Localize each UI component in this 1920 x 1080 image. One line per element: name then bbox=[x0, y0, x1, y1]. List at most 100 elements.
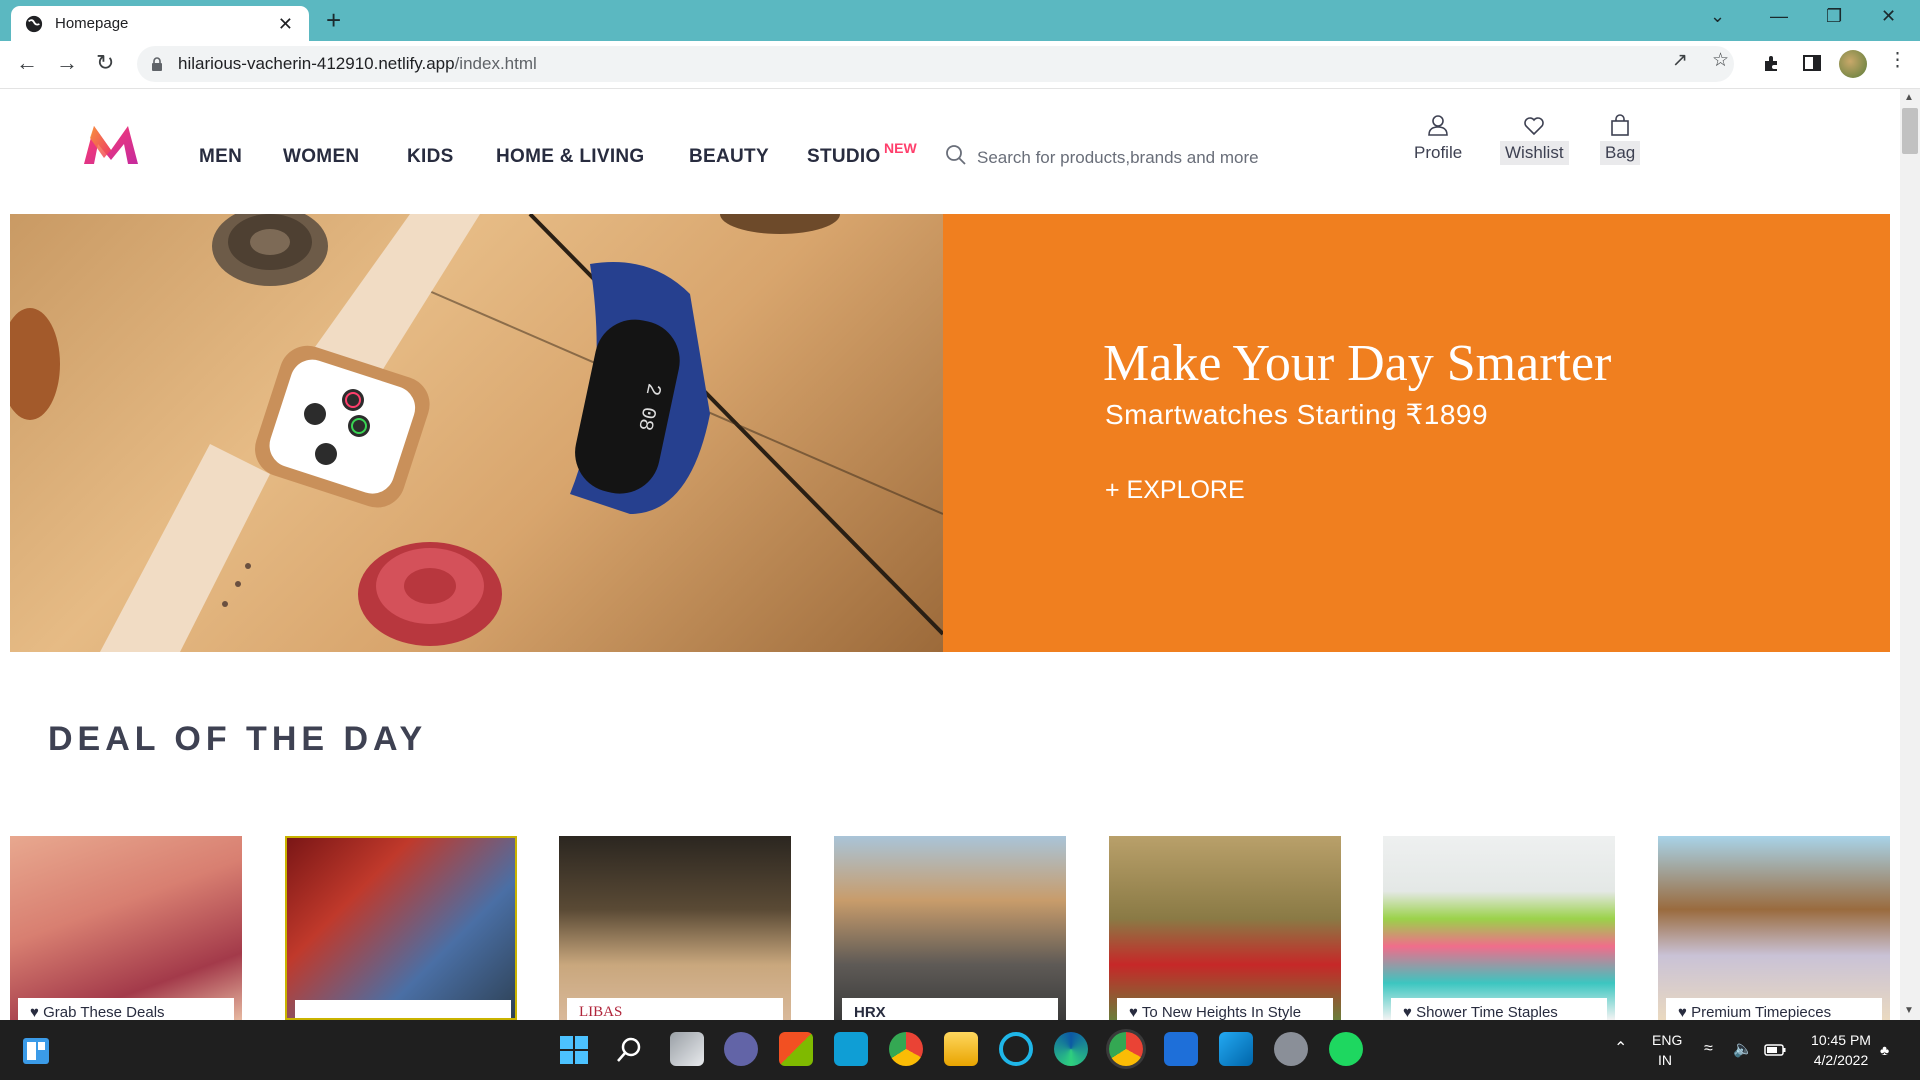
bag-button[interactable]: Bag bbox=[1600, 113, 1641, 165]
tab-search-chevron-icon[interactable]: ⌄ bbox=[1710, 6, 1725, 27]
profile-button[interactable]: Profile bbox=[1409, 113, 1467, 165]
address-url: hilarious-vacherin-412910.netlify.app/in… bbox=[178, 54, 537, 74]
profile-label: Profile bbox=[1414, 143, 1463, 162]
nav-kids[interactable]: KIDS bbox=[407, 146, 454, 168]
tray-chevron-up-icon[interactable]: ⌃ bbox=[1614, 1038, 1627, 1058]
bookmark-star-icon[interactable]: ☆ bbox=[1712, 49, 1729, 72]
deal-card-caption: ♥ Premium Timepieces bbox=[1666, 998, 1882, 1020]
volume-icon[interactable]: 🔈 bbox=[1733, 1039, 1753, 1059]
deal-card[interactable]: ♥ Shower Time Staples bbox=[1383, 836, 1615, 1020]
cortana-icon[interactable] bbox=[999, 1032, 1033, 1066]
deal-card[interactable]: ♥ To New Heights In Style bbox=[1109, 836, 1341, 1020]
vscode-icon[interactable] bbox=[1219, 1032, 1253, 1066]
chrome-menu-icon[interactable]: ⋮ bbox=[1888, 49, 1907, 72]
taskbar-search-icon[interactable] bbox=[614, 1034, 646, 1066]
bag-icon bbox=[1611, 114, 1629, 136]
new-tab-button[interactable]: + bbox=[326, 6, 341, 34]
scroll-up-arrow-icon[interactable]: ▲ bbox=[1904, 92, 1914, 103]
deal-card-caption-text: Premium Timepieces bbox=[1691, 1004, 1832, 1020]
restore-icon[interactable]: ❐ bbox=[1826, 6, 1842, 27]
wishlist-label: Wishlist bbox=[1500, 141, 1569, 165]
settings-gear-icon[interactable] bbox=[1274, 1032, 1308, 1066]
nav-women[interactable]: WOMEN bbox=[283, 146, 359, 168]
battery-icon[interactable] bbox=[1764, 1044, 1786, 1056]
notification-bell-icon[interactable]: ♣ bbox=[1880, 1042, 1889, 1058]
url-host: hilarious-vacherin-412910.netlify.app bbox=[178, 54, 455, 73]
share-icon[interactable]: ↗ bbox=[1672, 49, 1688, 72]
deal-card[interactable]: ♥ Grab These Deals bbox=[10, 836, 242, 1020]
deal-card[interactable]: LIBAS bbox=[559, 836, 791, 1020]
smartwatch-banner-image: 2 08 bbox=[10, 214, 943, 652]
task-view-icon[interactable] bbox=[670, 1032, 704, 1066]
search-input[interactable] bbox=[975, 140, 1399, 176]
wifi-icon[interactable]: ≈ bbox=[1704, 1040, 1713, 1058]
deal-card-caption-text: LIBAS bbox=[579, 1004, 623, 1020]
window-close-icon[interactable]: ✕ bbox=[1881, 6, 1896, 27]
browser-toolbar: ← → ↻ hilarious-vacherin-412910.netlify.… bbox=[0, 41, 1920, 89]
lock-icon bbox=[152, 57, 162, 71]
heart-icon: ♥ bbox=[1403, 1004, 1417, 1020]
deal-card-image bbox=[834, 836, 1066, 1020]
nav-home-living[interactable]: HOME & LIVING bbox=[496, 146, 645, 168]
wishlist-button[interactable]: Wishlist bbox=[1500, 113, 1569, 165]
banner-heading: Make Your Day Smarter bbox=[1103, 335, 1612, 392]
deal-card-image bbox=[1109, 836, 1341, 1020]
bag-label: Bag bbox=[1600, 141, 1641, 165]
profile-avatar[interactable] bbox=[1839, 50, 1867, 78]
side-panel-icon[interactable] bbox=[1802, 53, 1822, 73]
deal-card[interactable]: ♥ Premium Timepieces bbox=[1658, 836, 1890, 1020]
region-indicator[interactable]: IN bbox=[1658, 1052, 1672, 1068]
heart-icon: ♥ bbox=[30, 1004, 44, 1020]
deal-card-caption: ♥ To New Heights In Style bbox=[1117, 998, 1333, 1020]
banner-subheading: Smartwatches Starting ₹1899 bbox=[1105, 399, 1489, 430]
nav-beauty[interactable]: BEAUTY bbox=[689, 146, 769, 168]
language-indicator[interactable]: ENG bbox=[1652, 1032, 1682, 1048]
app-blue-icon[interactable] bbox=[1164, 1032, 1198, 1066]
deal-card-caption-text: Shower Time Staples bbox=[1416, 1004, 1558, 1020]
url-path: /index.html bbox=[454, 54, 537, 73]
smartwatch-illustration: 2 08 bbox=[10, 214, 943, 652]
deal-card-caption: HRX bbox=[842, 998, 1058, 1020]
chrome-active-icon[interactable] bbox=[1109, 1032, 1143, 1066]
teams-chat-icon[interactable] bbox=[724, 1032, 758, 1066]
address-bar[interactable]: hilarious-vacherin-412910.netlify.app/in… bbox=[137, 46, 1734, 82]
file-explorer-icon[interactable] bbox=[944, 1032, 978, 1066]
deal-card-caption: ♥ Grab These Deals bbox=[18, 998, 234, 1020]
spotify-icon[interactable] bbox=[1329, 1032, 1363, 1066]
scrollbar-thumb[interactable] bbox=[1902, 108, 1918, 154]
scroll-down-arrow-icon[interactable]: ▼ bbox=[1904, 1005, 1914, 1016]
back-arrow-icon[interactable]: ← bbox=[16, 51, 38, 75]
reload-icon[interactable]: ↻ bbox=[96, 51, 114, 75]
myntra-logo[interactable] bbox=[80, 120, 142, 168]
extensions-puzzle-icon[interactable] bbox=[1762, 53, 1782, 73]
nav-studio[interactable]: STUDIO bbox=[807, 146, 881, 168]
nav-men[interactable]: MEN bbox=[199, 146, 242, 168]
page-scrollbar[interactable] bbox=[1900, 89, 1920, 1020]
deal-card-image bbox=[559, 836, 791, 1020]
chrome-app-icon[interactable] bbox=[889, 1032, 923, 1066]
explore-link[interactable]: + EXPLORE bbox=[1105, 476, 1245, 505]
deal-card-image bbox=[287, 838, 515, 1018]
deal-card-caption: ♥ Shower Time Staples bbox=[1391, 998, 1607, 1020]
edge-icon[interactable] bbox=[1054, 1032, 1088, 1066]
deal-card[interactable] bbox=[285, 836, 517, 1020]
clock-date[interactable]: 4/2/2022 bbox=[1806, 1052, 1876, 1068]
widgets-icon[interactable] bbox=[22, 1037, 50, 1065]
studio-new-badge: NEW bbox=[884, 140, 917, 156]
search-icon[interactable] bbox=[944, 143, 968, 167]
browser-tab[interactable]: Homepage ✕ bbox=[11, 6, 309, 41]
app-l-icon[interactable] bbox=[834, 1032, 868, 1066]
deal-card-caption-text: HRX bbox=[854, 1004, 886, 1020]
deal-card-image bbox=[10, 836, 242, 1020]
forward-arrow-icon[interactable]: → bbox=[56, 51, 78, 75]
windows-start-icon[interactable] bbox=[558, 1034, 590, 1066]
deal-card[interactable]: HRX bbox=[834, 836, 1066, 1020]
minimize-icon[interactable]: — bbox=[1770, 6, 1788, 27]
clock-time[interactable]: 10:45 PM bbox=[1806, 1032, 1876, 1048]
tab-close-icon[interactable]: ✕ bbox=[278, 14, 293, 35]
heart-icon bbox=[1524, 117, 1545, 136]
deal-of-the-day-title: DEAL OF THE DAY bbox=[48, 720, 428, 758]
banner-text-panel: Make Your Day Smarter Smartwatches Start… bbox=[943, 214, 1890, 652]
store-icon[interactable] bbox=[779, 1032, 813, 1066]
hero-banner[interactable]: 2 08 Make Your Day Smarter Smartwatches … bbox=[10, 214, 1890, 652]
